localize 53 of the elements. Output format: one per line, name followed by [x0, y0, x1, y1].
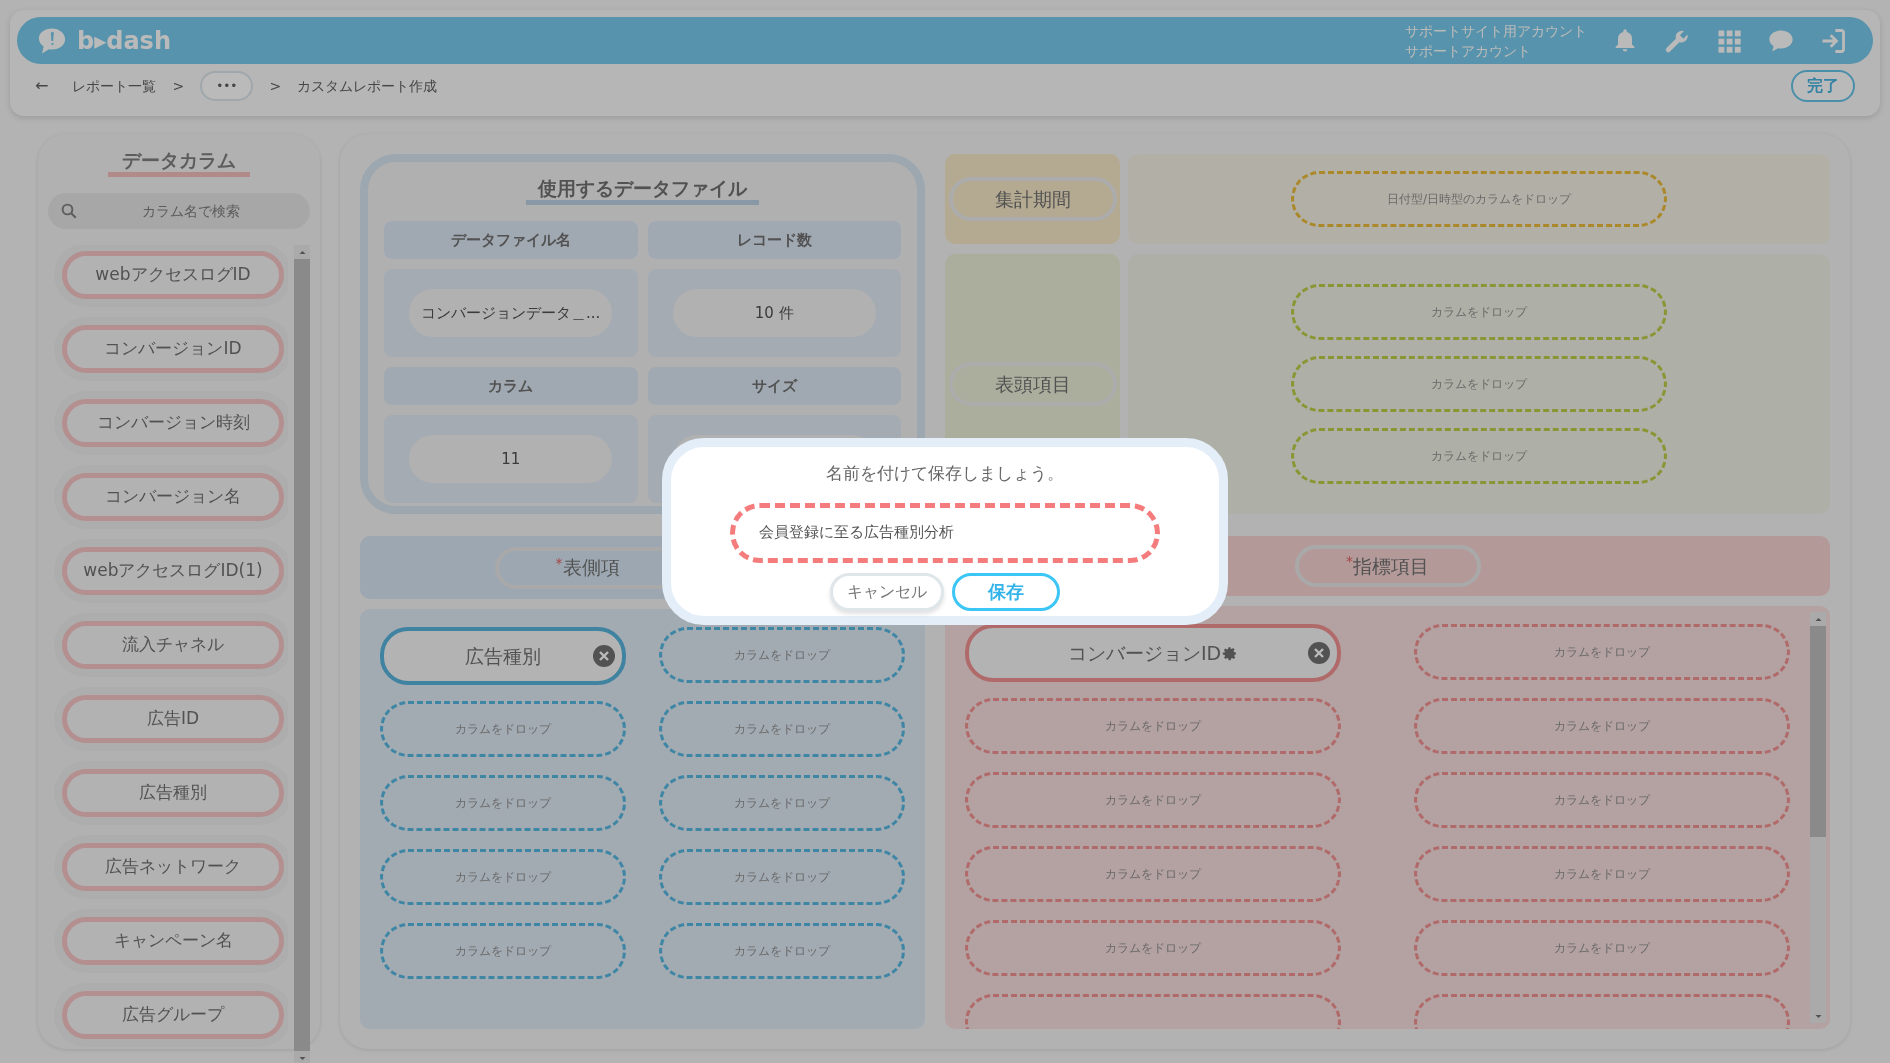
cancel-button[interactable]: キャンセル: [830, 572, 944, 611]
section-label: 表側項: [562, 555, 620, 581]
chip-label: 広告種別: [465, 643, 541, 669]
breadcrumb-current: カスタムレポート作成: [297, 76, 438, 96]
name-input-field[interactable]: 会員登録に至る広告種別分析: [730, 502, 1160, 563]
search-icon: [60, 202, 78, 220]
scroll-down-icon: [297, 1054, 307, 1063]
field-label: データファイル名: [384, 221, 638, 259]
field-value: コンバージョンデータ＿...: [409, 289, 613, 337]
more-button[interactable]: •••: [200, 71, 254, 101]
scroll-down-icon: [1813, 1012, 1823, 1021]
breadcrumb-separator: >: [269, 76, 282, 96]
column-chip[interactable]: コンバージョンID: [965, 624, 1341, 682]
drop-zone[interactable]: カラムをドロップ: [1414, 846, 1790, 902]
close-icon[interactable]: [1307, 641, 1331, 665]
drop-zone[interactable]: カラムをドロップ: [965, 846, 1341, 902]
drop-zone[interactable]: カラムをドロップ: [1414, 920, 1790, 976]
field-label: レコード数: [647, 221, 901, 259]
section-label: 表頭項目: [948, 362, 1117, 406]
card-title: 使用するデータファイル: [526, 176, 759, 205]
column-chip[interactable]: 広告種別: [380, 627, 626, 685]
logo-text[interactable]: b▸dash: [77, 22, 171, 59]
chip-label: コンバージョンID: [1067, 640, 1222, 666]
scroll-up-icon: [297, 248, 307, 257]
close-icon[interactable]: [592, 644, 616, 668]
field-value: 10 件: [672, 289, 876, 337]
save-button[interactable]: 保存: [952, 572, 1060, 611]
drop-zone[interactable]: カラムをドロップ: [965, 772, 1341, 828]
sidebar-title: データカラム: [108, 148, 250, 177]
account-name: サポートサイト用アカウント: [1405, 21, 1587, 41]
scrollbar[interactable]: [1810, 612, 1826, 1023]
drop-zone[interactable]: カラムをドロップ: [1414, 624, 1790, 680]
breadcrumb-link[interactable]: レポート一覧: [72, 75, 157, 97]
drop-zone[interactable]: カラムをドロップ: [965, 920, 1341, 976]
required-mark: *: [1346, 552, 1353, 569]
required-mark: *: [555, 553, 563, 573]
section-label: 集計期間: [948, 177, 1117, 221]
field-value: 11: [409, 435, 613, 483]
gear-icon: [1221, 644, 1239, 662]
drop-zone[interactable]: カラムをドロップ: [965, 698, 1341, 754]
scrollbar[interactable]: [294, 245, 310, 1063]
section-label: 指標項目: [1353, 553, 1429, 579]
field-label: サイズ: [647, 367, 901, 405]
dialog-message: 名前を付けて保存しましょう。: [826, 462, 1064, 485]
breadcrumb-separator: >: [172, 76, 185, 96]
drop-zone[interactable]: カラムをドロップ: [1414, 698, 1790, 754]
search-field[interactable]: カラム名で検索: [48, 193, 310, 229]
back-arrow[interactable]: ←: [35, 74, 49, 98]
account-name: サポートアカウント: [1405, 41, 1532, 61]
field-label: カラム: [384, 367, 638, 405]
scroll-up-icon: [1813, 615, 1823, 624]
done-button[interactable]: 完了: [1791, 70, 1855, 102]
drop-zone[interactable]: カラムをドロップ: [1414, 772, 1790, 828]
